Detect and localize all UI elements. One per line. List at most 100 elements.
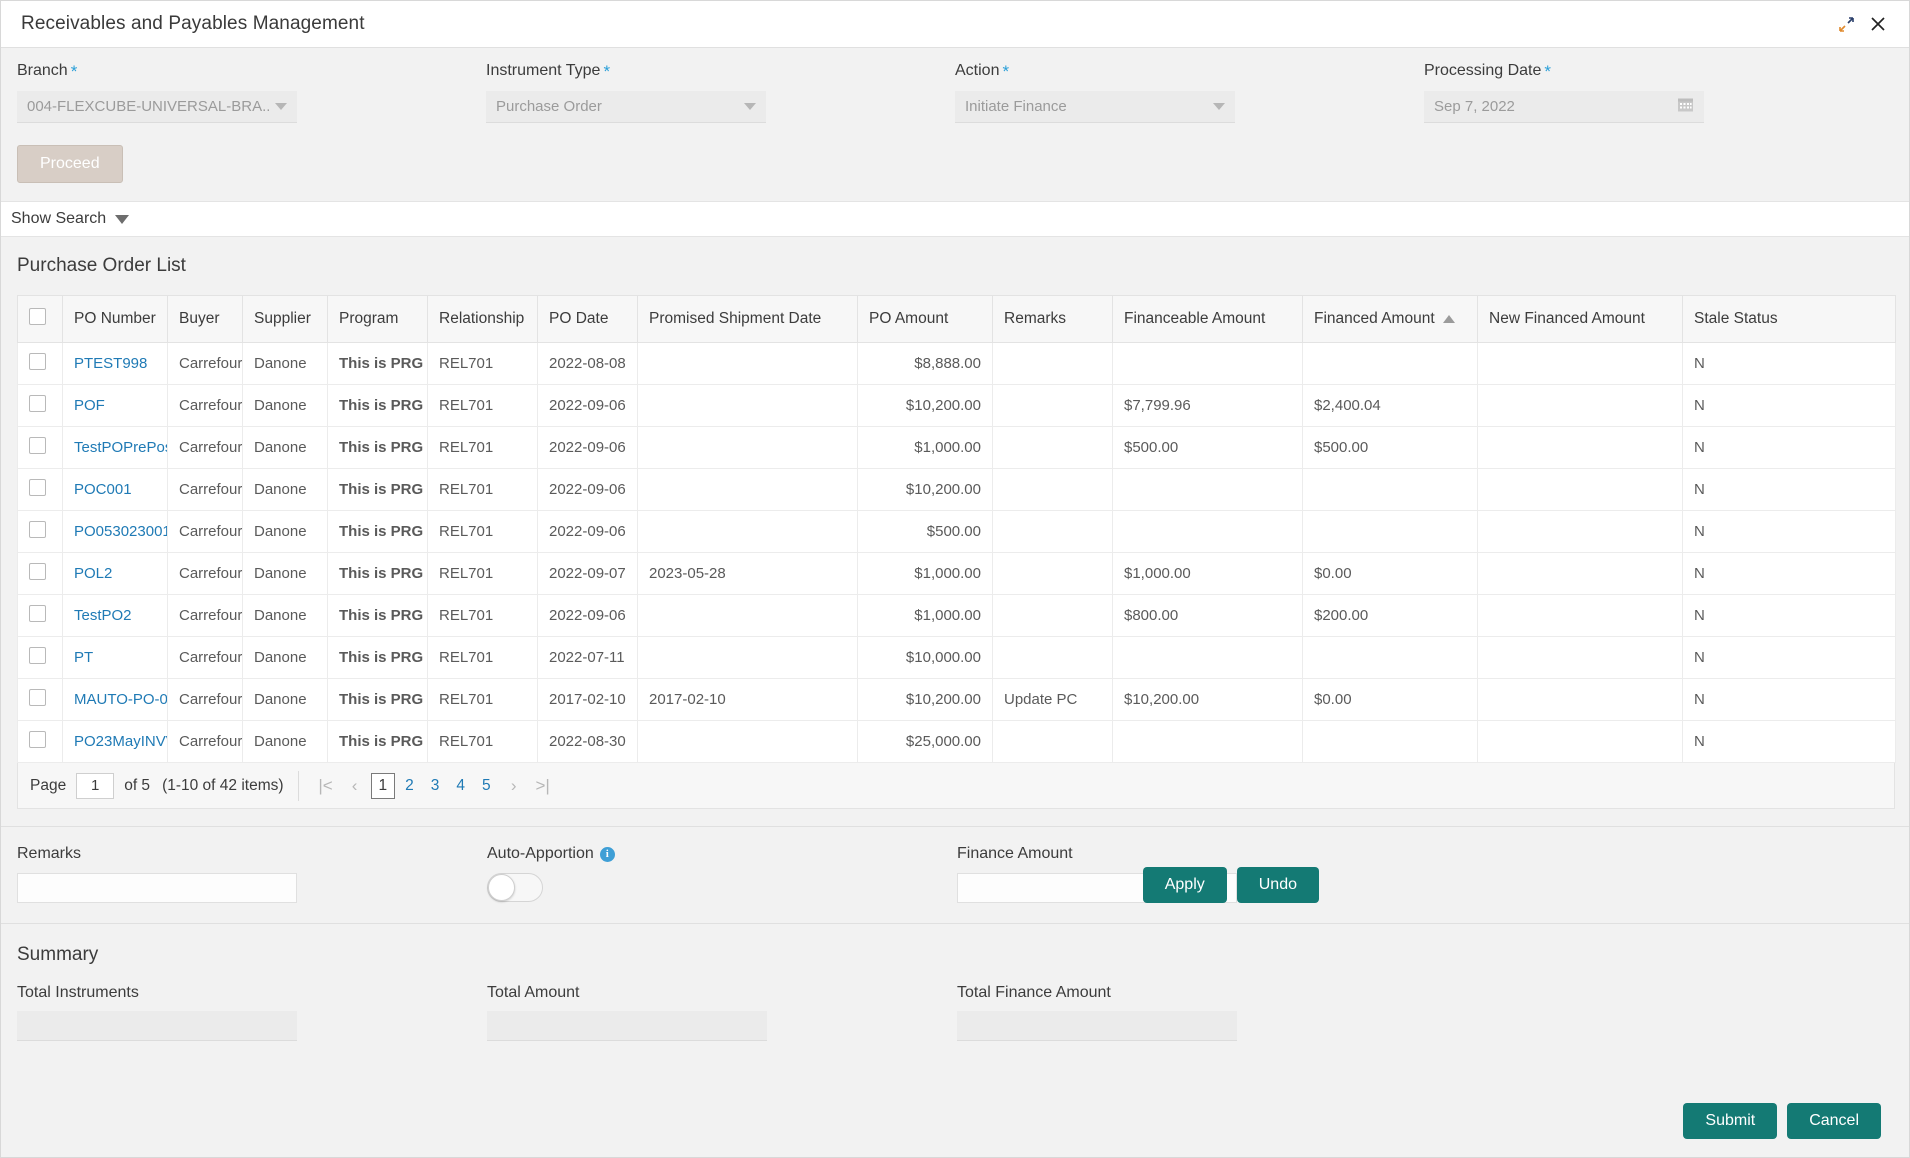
page-button-1[interactable]: 1 (370, 772, 396, 799)
col-buyer[interactable]: Buyer (167, 295, 243, 343)
cell-po-number[interactable]: TestPOPrePost1 (62, 426, 168, 469)
po-number-link[interactable]: MAUTO-PO-003 (74, 691, 167, 708)
table-row[interactable]: POL2 Carrefour Danone This is PRG REL701 2022… (17, 552, 1896, 595)
purchase-order-table: PO Number Buyer Supplier Program Relatio… (17, 295, 1896, 763)
row-checkbox[interactable] (29, 479, 46, 496)
page-number-input[interactable] (76, 772, 115, 799)
pagination-divider (297, 770, 299, 801)
show-search-label: Show Search (11, 210, 107, 227)
table-row[interactable]: TestPO2 Carrefour Danone This is PRG REL701 2… (17, 594, 1896, 637)
restore-icon[interactable] (1833, 11, 1859, 37)
col-po-number[interactable]: PO Number (62, 295, 168, 343)
cell-supplier: Danone (242, 678, 328, 721)
show-search-toggle[interactable]: Show Search (11, 210, 130, 228)
undo-button[interactable]: Undo (1236, 867, 1319, 903)
cell-remarks (992, 552, 1113, 595)
po-number-link[interactable]: TestPO2 (74, 607, 132, 624)
table-row[interactable]: PO053023001 Carrefour Danone This is PRG REL… (17, 510, 1896, 553)
cell-po-number[interactable]: PO23MayINVV2 (62, 720, 168, 763)
po-number-link[interactable]: POL2 (74, 565, 112, 582)
processing-date-input[interactable]: Sep 7, 2022 (1424, 91, 1704, 123)
branch-select[interactable]: 004-FLEXCUBE-UNIVERSAL-BRA... (17, 91, 297, 123)
next-page-icon[interactable]: › (501, 773, 527, 799)
cell-financed-amount (1302, 468, 1478, 511)
page-button-3[interactable]: 3 (424, 773, 447, 799)
cell-financeable-amount (1112, 720, 1303, 763)
cancel-button[interactable]: Cancel (1787, 1103, 1881, 1139)
action-select[interactable]: Initiate Finance (955, 91, 1235, 123)
col-stale-status[interactable]: Stale Status (1682, 295, 1896, 343)
col-program[interactable]: Program (327, 295, 428, 343)
select-all-checkbox[interactable] (29, 308, 46, 325)
last-page-icon[interactable]: >| (530, 773, 556, 799)
apply-button[interactable]: Apply (1142, 867, 1227, 903)
cell-po-number[interactable]: POC001 (62, 468, 168, 511)
cell-po-number[interactable]: POF (62, 384, 168, 427)
po-number-link[interactable]: PT (74, 649, 93, 666)
total-instruments-field: Total Instruments (17, 984, 487, 1041)
row-checkbox[interactable] (29, 647, 46, 664)
calendar-icon[interactable] (1677, 96, 1694, 117)
page-button-2[interactable]: 2 (398, 773, 421, 799)
table-row[interactable]: MAUTO-PO-003CarrefourDanoneThis is PRGRE… (17, 678, 1896, 721)
table-row[interactable]: POF Carrefour Danone This is PRG REL701 2022-… (17, 384, 1896, 427)
col-po-date[interactable]: PO Date (537, 295, 638, 343)
table-row[interactable]: TestPOPrePost1CarrefourDanoneThis is PRG… (17, 426, 1896, 469)
cell-po-number[interactable]: PO053023001 (62, 510, 168, 553)
page-button-5[interactable]: 5 (475, 773, 498, 799)
cell-stale-status: N (1682, 594, 1896, 637)
info-icon[interactable]: i (599, 847, 615, 862)
first-page-icon[interactable]: |< (313, 773, 339, 799)
row-checkbox[interactable] (29, 605, 46, 622)
cell-po-number[interactable]: TestPO2 (62, 594, 168, 637)
row-checkbox[interactable] (29, 437, 46, 454)
cell-po-date: 2022-09-06 (537, 426, 638, 469)
cell-po-number[interactable]: POL2 (62, 552, 168, 595)
col-relationship[interactable]: Relationship (427, 295, 538, 343)
proceed-button[interactable]: Proceed (17, 145, 123, 183)
cell-new-financed-amount (1477, 720, 1683, 763)
cell-po-amount: $8,888.00 (857, 342, 993, 385)
col-po-amount[interactable]: PO Amount (857, 295, 993, 343)
row-checkbox[interactable] (29, 521, 46, 538)
row-checkbox[interactable] (29, 731, 46, 748)
po-number-link[interactable]: PTEST998 (74, 355, 147, 372)
table-row[interactable]: PO23MayINVV2CarrefourDanoneThis is PRGRE… (17, 720, 1896, 763)
submit-button[interactable]: Submit (1683, 1103, 1778, 1139)
po-number-link[interactable]: TestPOPrePost1 (74, 439, 167, 456)
cell-relationship: REL701 (427, 510, 538, 553)
cell-po-date: 2022-09-06 (537, 468, 638, 511)
col-financed-amount[interactable]: Financed Amount (1302, 295, 1478, 343)
table-body: PTEST998 Carrefour Danone This is PRG REL701… (17, 342, 1896, 763)
cell-program: This is PRG (327, 342, 428, 385)
po-number-link[interactable]: POF (74, 397, 105, 414)
col-financeable-amount[interactable]: Financeable Amount (1112, 295, 1303, 343)
po-number-link[interactable]: PO23MayINVV2 (74, 733, 167, 750)
table-row[interactable]: POC001 Carrefour Danone This is PRG REL701 20… (17, 468, 1896, 511)
row-checkbox[interactable] (29, 395, 46, 412)
col-supplier[interactable]: Supplier (242, 295, 328, 343)
filter-bar: Branch * 004-FLEXCUBE-UNIVERSAL-BRA... In… (1, 48, 1909, 201)
col-promised-shipment-date[interactable]: Promised Shipment Date (637, 295, 858, 343)
page-button-4[interactable]: 4 (449, 773, 472, 799)
cell-po-number[interactable]: MAUTO-PO-003 (62, 678, 168, 721)
instrument-type-select[interactable]: Purchase Order (486, 91, 766, 123)
close-icon[interactable] (1865, 11, 1891, 37)
cell-po-number[interactable]: PT (62, 636, 168, 679)
table-row[interactable]: PTEST998 Carrefour Danone This is PRG REL701… (17, 342, 1896, 385)
col-remarks[interactable]: Remarks (992, 295, 1113, 343)
row-checkbox[interactable] (29, 563, 46, 580)
po-number-link[interactable]: PO053023001 (74, 523, 167, 540)
remarks-label: Remarks (17, 845, 82, 862)
row-checkbox[interactable] (29, 353, 46, 370)
auto-apportion-toggle[interactable] (487, 873, 543, 902)
cell-promised-shipment-date (637, 342, 858, 385)
remarks-input[interactable] (17, 873, 297, 903)
table-row[interactable]: PT Carrefour Danone This is PRG REL701 2022-0… (17, 636, 1896, 679)
cell-po-number[interactable]: PTEST998 (62, 342, 168, 385)
po-number-link[interactable]: POC001 (74, 481, 132, 498)
select-all-header[interactable] (17, 295, 63, 343)
previous-page-icon[interactable]: ‹ (342, 773, 368, 799)
row-checkbox[interactable] (29, 689, 46, 706)
col-new-financed-amount[interactable]: New Financed Amount (1477, 295, 1683, 343)
